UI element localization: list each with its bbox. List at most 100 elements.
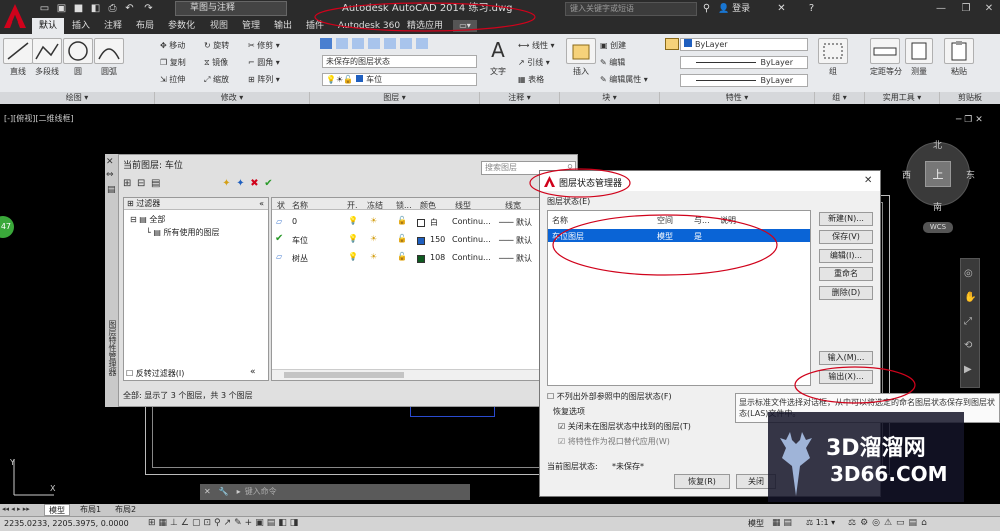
tab-plugins[interactable]: 插件 <box>299 18 331 34</box>
text-tool-button[interactable]: A <box>483 38 513 64</box>
help-search-input[interactable]: 键入关键字或短语 <box>565 2 697 16</box>
command-line[interactable]: ✕ 🔧 ▸ 键入命令 <box>200 484 470 500</box>
layer-linetype[interactable]: Continu... <box>452 217 491 226</box>
save-state-button[interactable]: 保存(V) <box>819 230 873 244</box>
fillet-tool[interactable]: ⌐ 圆角 ▾ <box>248 57 280 68</box>
col-same-as-dwg[interactable]: 与... <box>694 215 710 226</box>
trim-tool[interactable]: ✂ 修剪 ▾ <box>248 40 280 51</box>
wcs-dropdown[interactable]: WCS <box>923 222 953 233</box>
measure-tool-button[interactable] <box>905 38 933 64</box>
filter-used-layers[interactable]: └ ▤ 所有使用的图层 <box>146 227 219 238</box>
col-name[interactable]: 名称 <box>292 200 308 211</box>
color-swatch[interactable] <box>417 255 425 263</box>
layer-linetype[interactable]: Continu... <box>452 235 491 244</box>
unlock-icon[interactable]: 🔓 <box>397 234 407 243</box>
unlock-icon[interactable]: 🔓 <box>397 216 407 225</box>
quick-view-icons[interactable]: ▦ ▤ <box>772 518 792 528</box>
layer-tool-icon[interactable] <box>368 38 380 49</box>
edit-attributes-tool[interactable]: ✎ 编辑属性 ▾ <box>600 74 648 85</box>
full-navigation-wheel-icon[interactable]: ◎ <box>964 268 973 279</box>
block-panel-title[interactable]: 块 ▾ <box>560 92 660 104</box>
palette-autohide-icon[interactable]: ⇔ <box>106 170 114 180</box>
new-group-filter-icon[interactable]: ⊟ <box>137 178 151 189</box>
restore-button[interactable]: ❐ <box>955 1 977 17</box>
help-icon[interactable]: ? <box>805 2 818 15</box>
login-button[interactable]: 👤 登录 <box>718 1 750 17</box>
new-file-icon[interactable]: ▭ <box>38 2 51 15</box>
undo-icon[interactable]: ↶ <box>123 2 136 15</box>
unlock-icon[interactable]: 🔓 <box>397 252 407 261</box>
command-close-icon[interactable]: ✕ <box>200 487 215 496</box>
col-lineweight[interactable]: 线宽 <box>505 200 521 211</box>
annotation-scale[interactable]: ⚖ 1:1 ▾ <box>806 518 835 527</box>
tab-default[interactable]: 默认 <box>32 18 65 34</box>
tab-layout2[interactable]: 布局2 <box>111 504 140 516</box>
layer-color[interactable]: 108 <box>430 253 445 262</box>
palette-properties-icon[interactable]: ▤ <box>107 185 116 195</box>
measure-button[interactable] <box>870 38 900 64</box>
layers-panel-title[interactable]: 图层 ▾ <box>310 92 480 104</box>
tab-featured-apps[interactable]: 精选应用 <box>400 18 450 34</box>
dialog-close-icon[interactable]: ✕ <box>864 175 872 186</box>
layer-state-dropdown[interactable]: 未保存的图层状态 <box>322 55 477 68</box>
layer-name[interactable]: 0 <box>292 217 297 226</box>
tab-view[interactable]: 视图 <box>203 18 235 34</box>
paste-button[interactable] <box>944 38 974 64</box>
bulb-icon[interactable]: 💡 <box>348 234 358 243</box>
invert-filter-checkbox[interactable]: ☐ 反转过滤器(I) <box>126 368 184 379</box>
viewport-label[interactable]: [-][俯视][二维线框] <box>4 113 74 124</box>
coordinate-readout[interactable]: 2235.0233, 2205.3975, 0.0000 <box>4 519 129 528</box>
tab-output[interactable]: 输出 <box>267 18 299 34</box>
layer-color[interactable]: 150 <box>430 235 445 244</box>
leader-tool[interactable]: ↗ 引线 ▾ <box>518 57 550 68</box>
close-unfound-checkbox[interactable]: ☑ 关闭未在图层状态中找到的图层(T) <box>558 421 691 432</box>
tab-layout[interactable]: 布局 <box>129 18 161 34</box>
layer-name[interactable]: 树丛 <box>292 253 308 264</box>
linetype-dropdown[interactable]: ByLayer <box>680 74 808 87</box>
set-current-icon[interactable]: ✔ <box>264 178 278 189</box>
delete-layer-icon[interactable]: ✖ <box>250 178 264 189</box>
stretch-tool[interactable]: ⇲ 拉伸 <box>160 74 185 85</box>
color-dropdown[interactable]: ByLayer <box>680 38 808 51</box>
properties-panel-title[interactable]: 特性 ▾ <box>660 92 815 104</box>
command-settings-icon[interactable]: 🔧 <box>215 487 233 496</box>
redo-icon[interactable]: ↷ <box>142 2 155 15</box>
tab-model[interactable]: 模型 <box>44 504 70 516</box>
edit-state-button[interactable]: 编辑(I)... <box>819 249 873 263</box>
sun-icon[interactable]: ☀ <box>370 216 377 225</box>
bulb-icon[interactable]: 💡 <box>348 252 358 261</box>
layout-nav-arrows[interactable]: ◂◂ ◂ ▸ ▸▸ <box>2 505 30 513</box>
new-property-filter-icon[interactable]: ⊞ <box>123 178 137 189</box>
new-layer-icon[interactable]: ✦ <box>222 178 236 189</box>
insert-block-button[interactable] <box>566 38 596 64</box>
orbit-icon[interactable]: ⟲ <box>964 340 972 351</box>
export-state-button[interactable]: 输出(X)... <box>819 370 873 384</box>
rotate-tool[interactable]: ↻ 旋转 <box>204 40 229 51</box>
copy-tool[interactable]: ❐ 复制 <box>160 57 186 68</box>
palette-close-icon[interactable]: ✕ <box>106 157 114 167</box>
layer-lineweight[interactable]: ─── 默认 <box>499 253 532 264</box>
close-button[interactable]: ✕ <box>978 1 1000 17</box>
zoom-extents-icon[interactable]: ⤢ <box>964 316 972 327</box>
group-button[interactable] <box>818 38 848 64</box>
col-linetype[interactable]: 线型 <box>455 200 471 211</box>
groups-panel-title[interactable]: 组 ▾ <box>815 92 865 104</box>
move-tool[interactable]: ✥ 移动 <box>160 40 185 51</box>
drafting-toggles[interactable]: ⊞▦⊥∠▢⊡⚲↗✎+▣▤◧◨ <box>148 518 301 528</box>
pan-icon[interactable]: ✋ <box>964 292 976 303</box>
layer-lineweight[interactable]: ─── 默认 <box>499 235 532 246</box>
clipboard-panel-title[interactable]: 剪贴板 <box>940 92 1000 104</box>
edit-block-tool[interactable]: ✎ 编辑 <box>600 57 625 68</box>
layer-tool-icon[interactable] <box>416 38 428 49</box>
col-status[interactable]: 状 <box>277 200 285 211</box>
tab-autodesk360[interactable]: Autodesk 360 <box>331 18 407 34</box>
import-state-button[interactable]: 输入(M)... <box>819 351 873 365</box>
col-lock[interactable]: 锁... <box>396 200 412 211</box>
filter-all[interactable]: ⊟ ▤ 全部 <box>130 214 165 225</box>
col-color[interactable]: 颜色 <box>420 200 436 211</box>
new-state-button[interactable]: 新建(N)... <box>819 212 873 226</box>
open-file-icon[interactable]: ▣ <box>55 2 68 15</box>
color-swatch[interactable] <box>417 219 425 227</box>
layer-tool-icon[interactable] <box>384 38 396 49</box>
exchange-icon[interactable]: ✕ <box>775 2 788 15</box>
